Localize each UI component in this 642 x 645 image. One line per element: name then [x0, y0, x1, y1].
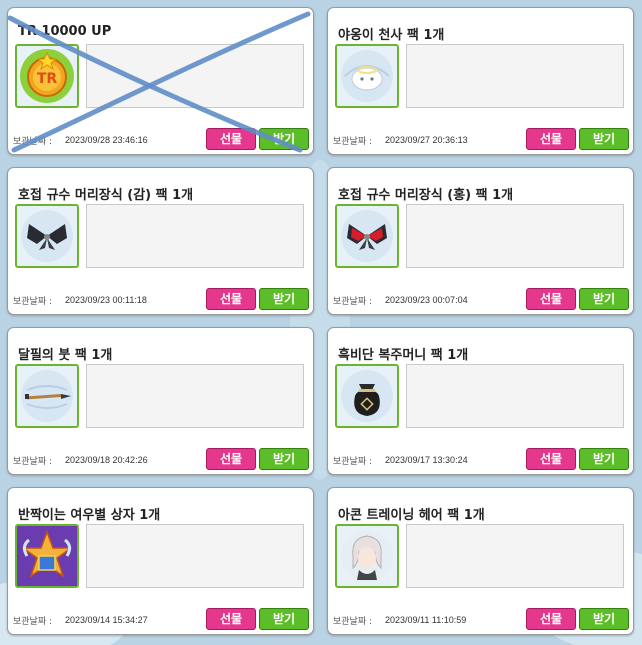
- item-title: 호접 규수 머리장식 (감) 팩 1개: [18, 188, 194, 203]
- item-card: 아콘 트레이닝 헤어 팩 1개 보관날짜 : 2023/09/11 11:10:…: [327, 487, 634, 635]
- receive-button[interactable]: 받기: [259, 128, 309, 150]
- gift-button[interactable]: 선물: [526, 128, 576, 150]
- storage-date-label: 보관날짜 :: [13, 137, 53, 147]
- svg-text:TR: TR: [37, 71, 58, 87]
- storage-date-label: 보관날짜 :: [333, 617, 373, 627]
- item-title: 호접 규수 머리장식 (홍) 팩 1개: [338, 188, 514, 203]
- item-card: 반짝이는 여우별 상자 1개 보관날짜 : 2023/09/14 15:34:2…: [7, 487, 314, 635]
- item-card: TR 10000 UP TR 보관날짜 : 2023/09/28 23:46:1…: [7, 7, 314, 155]
- gift-button[interactable]: 선물: [526, 448, 576, 470]
- item-description: [86, 204, 304, 268]
- receive-button[interactable]: 받기: [259, 288, 309, 310]
- receive-button[interactable]: 받기: [259, 608, 309, 630]
- item-card: 달필의 붓 팩 1개 보관날짜 : 2023/09/18 20:42:26 선물…: [7, 327, 314, 475]
- item-description: [406, 364, 624, 428]
- item-icon-frame[interactable]: [15, 204, 79, 268]
- item-title: 달필의 붓 팩 1개: [18, 348, 113, 363]
- item-icon-frame[interactable]: TR: [15, 44, 79, 108]
- storage-date-value: 2023/09/23 00:07:04: [385, 295, 468, 305]
- storage-date-value: 2023/09/17 13:30:24: [385, 455, 468, 465]
- receive-button[interactable]: 받기: [579, 608, 629, 630]
- storage-date-label: 보관날짜 :: [13, 457, 53, 467]
- item-icon-frame[interactable]: [335, 364, 399, 428]
- storage-date-label: 보관날짜 :: [333, 297, 373, 307]
- lucky-pouch-icon: [341, 370, 393, 422]
- gift-button[interactable]: 선물: [526, 608, 576, 630]
- item-title: TR 10000 UP: [18, 24, 112, 39]
- item-description: [406, 44, 624, 108]
- item-card: 흑비단 복주머니 팩 1개 보관날짜 : 2023/09/17 13:30:24…: [327, 327, 634, 475]
- item-icon-frame[interactable]: [15, 364, 79, 428]
- storage-date-label: 보관날짜 :: [13, 297, 53, 307]
- storage-date-value: 2023/09/27 20:36:13: [385, 135, 468, 145]
- item-icon-frame[interactable]: [335, 44, 399, 108]
- item-icon-frame[interactable]: [335, 524, 399, 588]
- storage-date-label: 보관날짜 :: [333, 457, 373, 467]
- item-title: 흑비단 복주머니 팩 1개: [338, 348, 469, 363]
- tr-coin-icon: TR: [20, 49, 74, 103]
- gift-button[interactable]: 선물: [206, 608, 256, 630]
- hair-pack-icon: [341, 530, 393, 582]
- item-title: 반짝이는 여우별 상자 1개: [18, 508, 161, 523]
- receive-button[interactable]: 받기: [579, 448, 629, 470]
- receive-button[interactable]: 받기: [579, 128, 629, 150]
- item-description: [86, 44, 304, 108]
- storage-date-label: 보관날짜 :: [333, 137, 373, 147]
- storage-date-value: 2023/09/14 15:34:27: [65, 615, 148, 625]
- item-description: [86, 364, 304, 428]
- gift-button[interactable]: 선물: [206, 448, 256, 470]
- black-butterfly-icon: [21, 210, 73, 262]
- storage-date-label: 보관날짜 :: [13, 617, 53, 627]
- fox-star-box-icon: [17, 526, 77, 586]
- item-card: 야옹이 천사 팩 1개 보관날짜 : 2023/09/27 20:36:13 선…: [327, 7, 634, 155]
- receive-button[interactable]: 받기: [579, 288, 629, 310]
- storage-date-value: 2023/09/18 20:42:26: [65, 455, 148, 465]
- item-description: [86, 524, 304, 588]
- gift-button[interactable]: 선물: [206, 128, 256, 150]
- storage-date-value: 2023/09/23 00:11:18: [65, 295, 147, 305]
- item-icon-frame[interactable]: [15, 524, 79, 588]
- item-title: 야옹이 천사 팩 1개: [338, 28, 445, 43]
- gift-button[interactable]: 선물: [206, 288, 256, 310]
- red-butterfly-icon: [341, 210, 393, 262]
- item-description: [406, 524, 624, 588]
- storage-date-value: 2023/09/11 11:10:59: [385, 615, 467, 625]
- storage-date-value: 2023/09/28 23:46:16: [65, 135, 148, 145]
- gift-button[interactable]: 선물: [526, 288, 576, 310]
- item-description: [406, 204, 624, 268]
- item-card: 호접 규수 머리장식 (감) 팩 1개 보관날짜 : 2023/09/23 00…: [7, 167, 314, 315]
- receive-button[interactable]: 받기: [259, 448, 309, 470]
- brush-icon: [21, 370, 73, 422]
- item-icon-frame[interactable]: [335, 204, 399, 268]
- item-card: 호접 규수 머리장식 (홍) 팩 1개 보관날짜 : 2023/09/23 00…: [327, 167, 634, 315]
- item-title: 아콘 트레이닝 헤어 팩 1개: [338, 508, 485, 523]
- angel-cat-pack-icon: [341, 50, 393, 102]
